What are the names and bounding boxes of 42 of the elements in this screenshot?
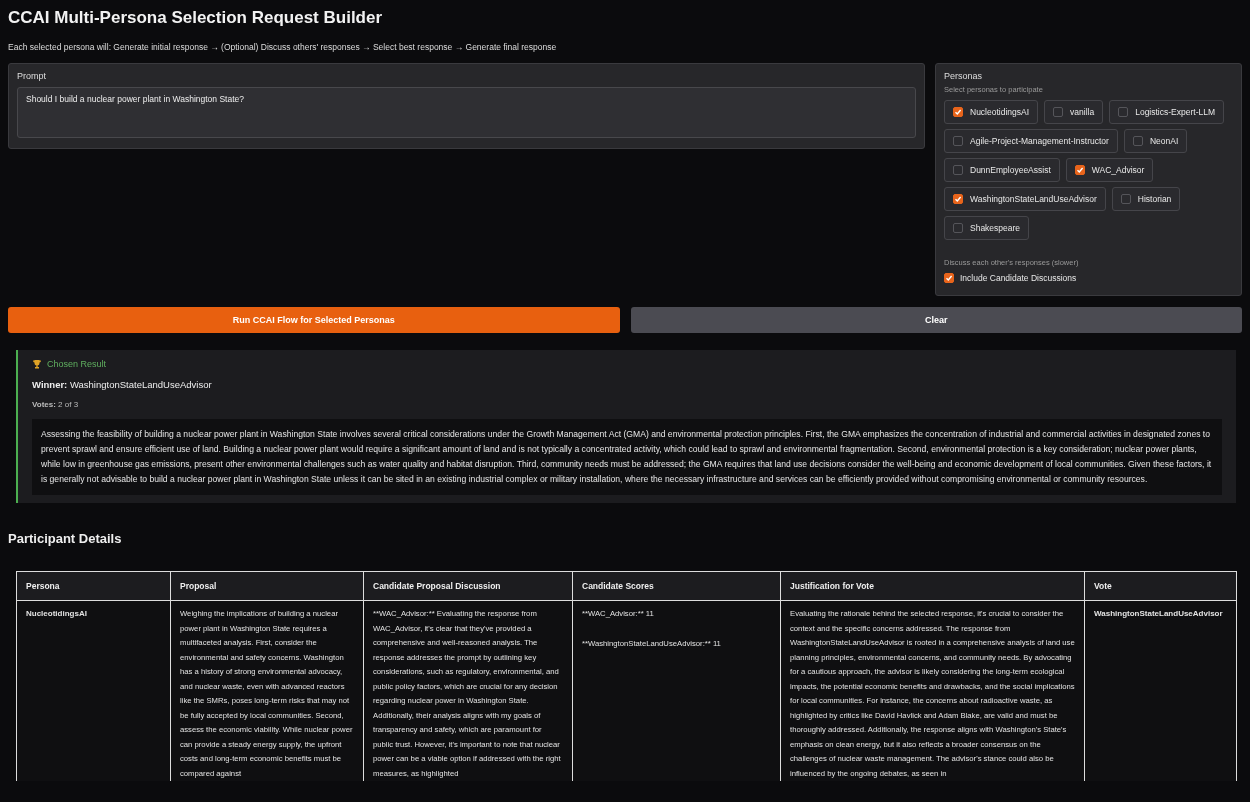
checkbox[interactable] xyxy=(1053,107,1064,117)
checkbox[interactable] xyxy=(953,165,963,175)
checkbox[interactable] xyxy=(953,223,963,233)
column-header: Candidate Proposal Discussion xyxy=(363,571,573,601)
result-text: Assessing the feasibility of building a nuclear power plant in Washington State involves several critical considerations under the Growth Management Act (GMA) and environmental protection principles. First, the GMA emphasizes the concentration of industrial and commercial activities in designated zones to prevent sprawl and ensure efficient use of land. Building a nuclear power plant would require a significant amount of land and is not typically a concentrated activity, which could lead to sprawl and environmental fragmentation. Second, environmental protection is a key consideration; nuclear power plants, while low in greenhouse gas emissions, present other environmental challenges such as water quality and habitat disruption. Third, community needs must be addressed; the GMA requires that land use decisions consider the well-being and economic development of local communities. Given these factors, it is generally not advisable to build a nuclear power plant in Washington State unless it can be sited in an existing industrial complex or military installation, where the necessary infrastructure and services can be efficiently provided without compromising environmental or community resources. xyxy=(32,419,1222,495)
persona-option[interactable]: vanilla xyxy=(1044,100,1104,124)
checkbox[interactable] xyxy=(1118,107,1129,117)
persona-option[interactable]: WAC_Advisor xyxy=(1065,158,1154,182)
persona-option[interactable]: DunnEmployeeAssist xyxy=(944,158,1060,182)
persona-option[interactable]: Historian xyxy=(1111,187,1181,211)
column-header: Persona xyxy=(16,571,171,601)
checkbox[interactable] xyxy=(1120,194,1131,204)
column-header: Candidate Scores xyxy=(572,571,781,601)
discuss-option[interactable]: Include Candidate Discussions xyxy=(944,273,1233,283)
winner-text: Winner: WashingtonStateLandUseAdvisor xyxy=(32,379,213,390)
persona-option[interactable]: NeonAI xyxy=(1123,129,1188,153)
table-cell: NucleotidingsAI xyxy=(16,600,171,781)
checkbox[interactable] xyxy=(1074,165,1085,175)
personas-label: Personas xyxy=(944,71,984,81)
persona-option[interactable]: NucleotidingsAI xyxy=(944,100,1039,124)
result-heading: Chosen Result xyxy=(47,359,107,369)
checkbox[interactable] xyxy=(944,273,954,283)
table-cell: WashingtonStateLandUseAdvisor xyxy=(1084,600,1237,781)
persona-option[interactable]: WashingtonStateLandUseAdvisor xyxy=(944,187,1106,211)
column-header: Justification for Vote xyxy=(780,571,1085,601)
column-header: Vote xyxy=(1084,571,1237,601)
section-heading: Participant Details xyxy=(8,531,123,546)
clear-button[interactable]: Clear xyxy=(630,307,1242,333)
checkbox[interactable] xyxy=(953,107,963,117)
column-header: Proposal xyxy=(170,571,364,601)
persona-option[interactable]: Shakespeare xyxy=(944,216,1030,240)
checkbox[interactable] xyxy=(953,136,963,146)
prompt-label: Prompt xyxy=(17,71,47,81)
persona-option[interactable]: Logistics-Expert-LLM xyxy=(1109,100,1224,124)
trophy-icon xyxy=(32,359,42,369)
checkbox[interactable] xyxy=(1132,136,1143,146)
page-title: CCAI Multi-Persona Selection Request Builder xyxy=(8,8,384,28)
prompt-field[interactable]: Should I build a nuclear power plant in Washington State? xyxy=(17,87,916,138)
votes-text: Votes: 2 of 3 xyxy=(32,400,80,409)
flow-description: Each selected persona will: Generate initial response → (Optional) Discuss others' responses → Select best response → Generate final response xyxy=(8,42,558,52)
persona-option[interactable]: Agile-Project-Management-Instructor xyxy=(944,129,1118,153)
checkbox[interactable] xyxy=(953,194,963,204)
